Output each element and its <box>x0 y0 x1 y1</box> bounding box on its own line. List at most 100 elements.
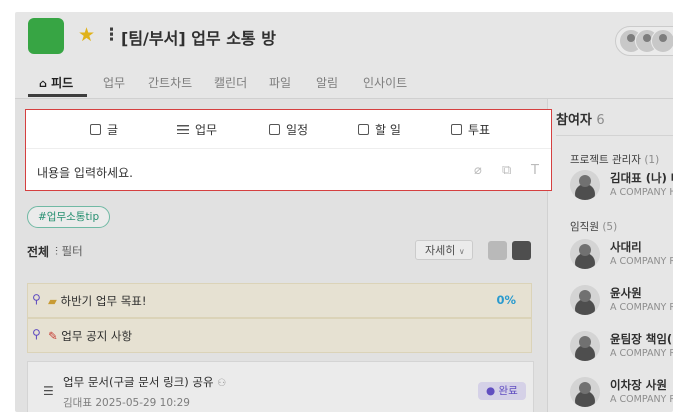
star-icon[interactable]: ★ <box>78 24 95 46</box>
filter-label: 필터 <box>61 244 83 258</box>
tab-calendar[interactable]: 캘린더 <box>214 74 247 91</box>
project-window: ★ ⋮ [팀/부서] 업무 소통 방 ⌂ 피드 업무 간트차트 캘린더 파일 알… <box>15 12 673 412</box>
participants-title: 참여자 6 <box>556 109 605 128</box>
folder-icon: ▰ <box>48 294 57 308</box>
participant-company: A COMPANY H <box>610 187 673 198</box>
progress-percent: 0% <box>496 293 516 307</box>
active-tab-indicator <box>28 94 87 97</box>
pinned-post[interactable]: ⚲ ✎ 업무 공지 사항 <box>27 318 532 353</box>
image-icon[interactable]: ⧉ <box>502 163 511 178</box>
task-list-icon: ☰ <box>43 384 54 398</box>
home-icon: ⌂ <box>39 77 47 90</box>
hashtag-chip[interactable]: #업무소통tip <box>27 206 111 228</box>
divider <box>556 135 673 136</box>
composer-type-todo[interactable]: 할 일 <box>358 121 401 138</box>
avatar <box>651 29 673 53</box>
kebab-icon[interactable]: ⋮ <box>103 24 120 46</box>
project-color-badge <box>28 18 64 54</box>
tab-insights[interactable]: 인사이트 <box>363 74 407 91</box>
participant-item[interactable]: 김대표 (나) 대 A COMPANY H <box>570 170 673 204</box>
avatar <box>570 331 600 361</box>
composer-type-label: 글 <box>107 123 119 137</box>
post-datetime: 2025-05-29 10:29 <box>95 397 190 409</box>
pinned-post-title: ✎ 업무 공지 사항 <box>48 328 132 344</box>
participant-company: A COMPANY R <box>610 302 673 313</box>
view-mode-value: 자세히 <box>425 244 456 257</box>
composer-type-label: 투표 <box>468 123 491 137</box>
post-author: 김대표 <box>63 397 92 409</box>
feed-filter-bar: 전체 ⫶ 필터 자세히 ∨ <box>27 240 532 262</box>
feed-post[interactable]: ☰ 업무 문서(구글 문서 링크) 공유 ⚇ 김대표 2025-05-29 10… <box>27 361 534 412</box>
participant-name: 사대리 <box>610 240 642 254</box>
chevron-down-icon: ∨ <box>458 247 465 256</box>
tab-gantt[interactable]: 간트차트 <box>148 74 192 91</box>
vote-icon <box>451 124 462 135</box>
status-label: 완료 <box>498 385 518 397</box>
managers-count: (1) <box>644 154 660 166</box>
participant-company: A COMPANY R <box>610 348 673 359</box>
managers-section-label: 프로젝트 관리자 (1) <box>570 152 659 167</box>
participants-avatars[interactable] <box>615 26 673 56</box>
managers-label: 프로젝트 관리자 <box>570 154 641 166</box>
avatar <box>570 285 600 315</box>
avatar <box>570 239 600 269</box>
status-badge: ● 완료 <box>478 382 526 400</box>
checkbox-icon <box>358 124 369 135</box>
filter-button[interactable]: ⫶ 필터 <box>55 243 83 259</box>
composer-type-post[interactable]: 글 <box>90 121 118 138</box>
participants-sidebar: 참여자 6 프로젝트 관리자 (1) 김대표 (나) 대 A COMPANY H… <box>547 99 673 412</box>
avatar <box>570 170 600 200</box>
text-icon <box>90 124 101 135</box>
people-icon: ⚇ <box>217 378 227 389</box>
list-view-toggle[interactable] <box>488 241 507 260</box>
detail-view-toggle[interactable] <box>512 241 531 260</box>
composer-type-task[interactable]: 업무 <box>177 121 217 138</box>
attachment-icon[interactable]: ⌀ <box>474 163 482 178</box>
text-format-icon[interactable]: T <box>531 163 539 178</box>
participant-item[interactable]: 이차장 사원 A COMPANY R <box>570 377 673 411</box>
post-title: 업무 문서(구글 문서 링크) 공유 ⚇ <box>63 374 226 390</box>
composer-type-vote[interactable]: 투표 <box>451 121 490 138</box>
feed-all-label[interactable]: 전체 <box>27 243 49 260</box>
pinned-text: 업무 공지 사항 <box>61 329 133 343</box>
pin-icon: ⚲ <box>32 327 41 341</box>
participant-name: 김대표 (나) 대 <box>610 171 673 185</box>
calendar-icon <box>269 124 280 135</box>
tab-feed[interactable]: ⌂ 피드 <box>39 74 73 91</box>
participant-name: 이차장 사원 <box>610 378 667 392</box>
filter-icon: ⫶ <box>55 244 58 258</box>
pushpin-icon: ✎ <box>48 329 58 343</box>
pinned-post[interactable]: ⚲ ▰ 하반기 업무 목표! 0% <box>27 283 532 318</box>
members-section-label: 임직원 (5) <box>570 219 617 234</box>
project-title: [팀/부서] 업무 소통 방 <box>121 29 276 48</box>
project-tabs: ⌂ 피드 업무 간트차트 캘린더 파일 알림 인사이트 <box>15 68 673 98</box>
participant-item[interactable]: 윤팀장 책임(2 A COMPANY R <box>570 331 673 365</box>
pinned-text: 하반기 업무 목표! <box>60 294 147 308</box>
tab-notifications[interactable]: 알림 <box>316 74 338 91</box>
project-header: ★ ⋮ [팀/부서] 업무 소통 방 ⌂ 피드 업무 간트차트 캘린더 파일 알… <box>15 12 673 99</box>
composer-type-label: 할 일 <box>375 123 401 137</box>
members-count: (5) <box>602 221 618 233</box>
post-composer: 글 업무 일정 할 일 투표 내용을 입력하세요. ⌀ ⧉ T <box>25 109 552 191</box>
participant-item[interactable]: 사대리 A COMPANY R <box>570 239 673 273</box>
view-mode-select[interactable]: 자세히 ∨ <box>415 240 473 260</box>
participants-count: 6 <box>596 113 605 128</box>
participant-item[interactable]: 윤사원 A COMPANY R <box>570 285 673 319</box>
list-icon <box>177 124 189 135</box>
composer-type-schedule[interactable]: 일정 <box>269 121 308 138</box>
composer-input[interactable]: 내용을 입력하세요. <box>37 164 133 181</box>
composer-type-label: 일정 <box>286 123 309 137</box>
tab-files[interactable]: 파일 <box>269 74 291 91</box>
participant-name: 윤사원 <box>610 286 642 300</box>
tab-tasks[interactable]: 업무 <box>103 74 125 91</box>
pin-icon: ⚲ <box>32 292 41 306</box>
pinned-post-title: ▰ 하반기 업무 목표! <box>48 293 147 309</box>
post-meta: 김대표 2025-05-29 10:29 <box>63 395 190 410</box>
tab-label: 피드 <box>51 76 74 90</box>
members-label: 임직원 <box>570 221 599 233</box>
participant-company: A COMPANY R <box>610 394 673 405</box>
avatar <box>570 377 600 407</box>
participant-name: 윤팀장 책임(2 <box>610 332 673 346</box>
participant-company: A COMPANY R <box>610 256 673 267</box>
composer-type-tabs: 글 업무 일정 할 일 투표 <box>26 110 551 149</box>
